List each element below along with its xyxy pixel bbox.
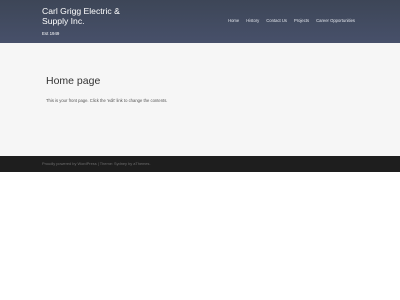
nav-item-contact-us[interactable]: Contact Us <box>266 18 287 24</box>
site-title-line-2: Supply Inc. <box>42 16 85 26</box>
theme-credit: Theme: Sydney by aThemes. <box>99 161 151 166</box>
site-title-link[interactable]: Carl Grigg Electric & Supply Inc. <box>42 6 152 26</box>
nav-item-projects[interactable]: Projects <box>294 18 309 24</box>
nav-item-home[interactable]: Home <box>228 18 239 24</box>
page-title: Home page <box>46 75 101 87</box>
wordpress-link[interactable]: Proudly powered by WordPress <box>42 161 97 166</box>
footer-credits: Proudly powered by WordPress | Theme: Sy… <box>42 161 151 167</box>
branding: Carl Grigg Electric & Supply Inc. Est 19… <box>42 6 152 37</box>
site-header: Carl Grigg Electric & Supply Inc. Est 19… <box>0 0 400 43</box>
nav-item-history[interactable]: History <box>246 18 259 24</box>
site-tagline: Est 1949 <box>42 31 60 36</box>
site-footer: Proudly powered by WordPress | Theme: Sy… <box>0 156 400 172</box>
nav-item-career-opportunities[interactable]: Career Opportunities <box>316 18 355 24</box>
content-area: Home page This is your front page. Click… <box>0 43 400 156</box>
page: Carl Grigg Electric & Supply Inc. Est 19… <box>0 0 400 300</box>
page-body-text: This is your front page. Click the 'edit… <box>46 98 168 103</box>
main-navigation: Home History Contact Us Projects Career … <box>228 18 355 24</box>
site-title-line-1: Carl Grigg Electric & <box>42 6 120 16</box>
